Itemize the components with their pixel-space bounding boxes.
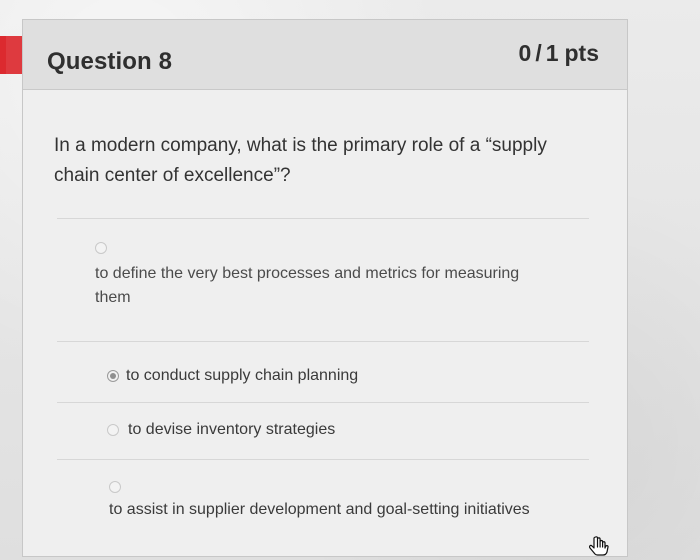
answer-option-supplier-development[interactable]: to assist in supplier development and go… [23,475,627,535]
question-card: Question 8 0/1 pts In a modern company, w… [22,19,628,557]
radio-icon[interactable] [95,242,107,254]
radio-icon[interactable] [109,481,121,493]
answer-divider [57,218,589,219]
answer-option-inventory-strategies[interactable]: to devise inventory strategies [23,418,627,448]
answer-label: to define the very best processes and me… [95,265,520,306]
answer-divider [57,459,589,460]
question-header: Question 8 0/1 pts [23,20,627,90]
answer-option-define-processes[interactable]: to define the very best processes and me… [23,235,627,311]
answer-label: to conduct supply chain planning [126,367,359,384]
selected-radio-icon[interactable] [107,370,119,382]
points-display: 0/1 pts [519,40,599,67]
question-title: Question 8 [47,48,173,75]
answer-divider [57,402,589,403]
answer-label: to devise inventory strategies [128,421,336,438]
score-value: 0 [518,40,532,66]
question-prompt: In a modern company, what is the primary… [54,135,547,186]
answer-divider [57,341,589,342]
question-body: In a modern company, what is the primary… [23,90,627,556]
answer-label: to assist in supplier development and go… [109,501,530,518]
answer-option-supply-chain-planning[interactable]: to conduct supply chain planning [23,364,627,394]
possible-points: 1 [545,40,559,66]
radio-icon[interactable] [107,424,119,436]
hand-cursor-icon [589,536,609,556]
points-unit: pts [564,40,600,66]
score-separator: / [535,40,542,66]
